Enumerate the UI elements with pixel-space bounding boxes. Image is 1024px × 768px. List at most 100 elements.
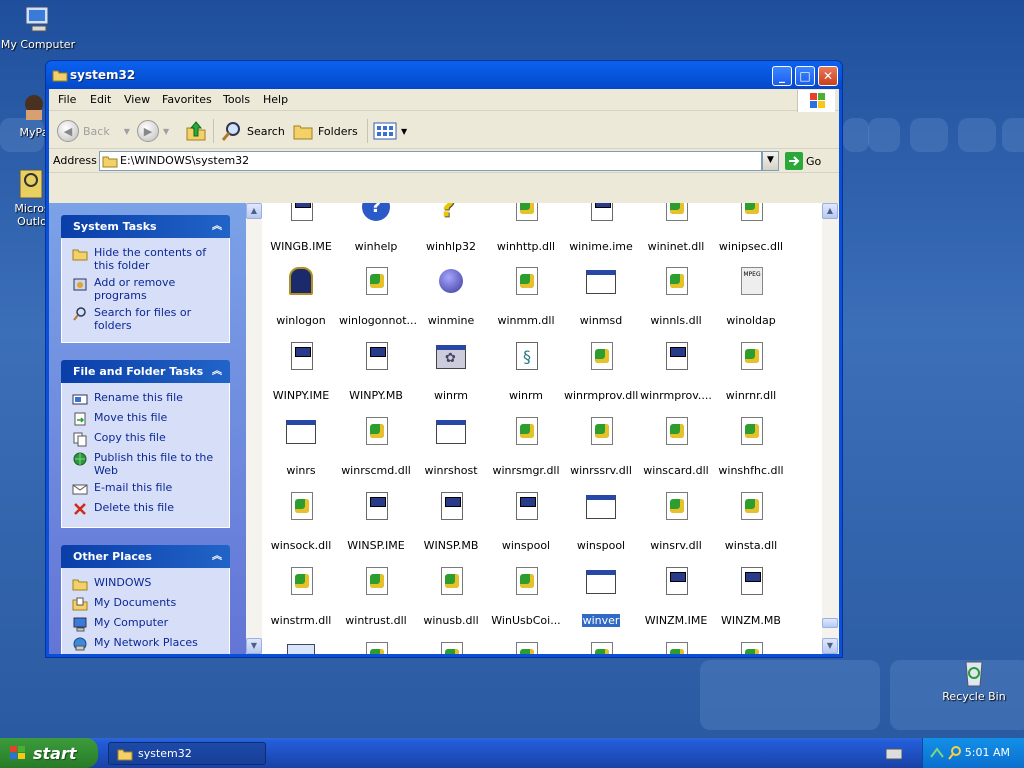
file-item[interactable]: winrs	[263, 415, 339, 477]
file-item[interactable]: winusb.dll	[413, 565, 489, 627]
file-item[interactable]: winnls.dll	[638, 265, 714, 327]
file-item[interactable]: winmm.dll	[488, 265, 564, 327]
file-item[interactable]: WINZM.IME	[638, 565, 714, 627]
collapse-chevron-icon[interactable]: ︽	[212, 545, 222, 568]
file-item[interactable]: WINPY.IME	[263, 340, 339, 402]
forward-button[interactable]: ▶ ▼	[137, 119, 169, 143]
file-item[interactable]: winspool	[488, 490, 564, 552]
menu-favorites[interactable]: Favorites	[162, 93, 212, 106]
title-bar[interactable]: system32 _ □ ✕	[46, 61, 842, 89]
file-item[interactable]: winrmprov....	[638, 340, 714, 402]
file-item[interactable]: wininet.dll	[638, 203, 714, 253]
taskbar-button-system32[interactable]: system32	[108, 742, 266, 765]
file-item[interactable]: winlogonnot...	[338, 265, 417, 327]
address-dropdown-icon[interactable]: ▼	[762, 151, 779, 171]
file-item[interactable]: winver	[563, 565, 639, 627]
task-hide-folder-contents[interactable]: Hide the contents of this folder	[62, 244, 229, 274]
file-item[interactable]: wlnotify.dll	[638, 640, 714, 654]
system-tasks-header[interactable]: System Tasks ︽	[61, 215, 230, 238]
task-search-files[interactable]: Search for files or folders	[62, 304, 229, 334]
scroll-down-icon[interactable]: ▼	[246, 638, 262, 654]
file-item[interactable]: winsrv.dll	[638, 490, 714, 552]
menu-view[interactable]: View	[124, 93, 150, 106]
desktop-icon-my-computer[interactable]: My Computer	[0, 4, 76, 51]
desktop-icon-recycle-bin[interactable]: Recycle Bin	[936, 656, 1012, 703]
file-item[interactable]: winspool	[563, 490, 639, 552]
file-item[interactable]: winsock.dll	[263, 490, 339, 552]
menu-edit[interactable]: Edit	[90, 93, 111, 106]
menu-file[interactable]: File	[58, 93, 76, 106]
place-windows[interactable]: WINDOWS	[62, 574, 229, 594]
file-item[interactable]: WINZM.MB	[713, 565, 789, 627]
file-item[interactable]: ? winhelp	[338, 203, 414, 253]
file-item[interactable]: WinUsbCoi...	[488, 565, 564, 627]
file-item[interactable]: winrm	[413, 340, 489, 402]
file-item[interactable]: wkssvc.dll	[413, 640, 489, 654]
other-places-header[interactable]: Other Places ︽	[61, 545, 230, 568]
menu-tools[interactable]: Tools	[223, 93, 250, 106]
maximize-button[interactable]: □	[795, 66, 815, 86]
left-scrollbar[interactable]: ▲ ▼	[246, 203, 262, 654]
menu-help[interactable]: Help	[263, 93, 288, 106]
keyboard-icon[interactable]	[886, 748, 902, 760]
file-item[interactable]: wksprt	[263, 640, 339, 654]
file-item[interactable]: ? winhlp32	[413, 203, 489, 253]
file-item[interactable]: winrnr.dll	[713, 340, 789, 402]
task-copy-file[interactable]: Copy this file	[62, 429, 229, 449]
file-item[interactable]: winlogon	[263, 265, 339, 327]
address-input[interactable]: E:\WINDOWS\system32	[99, 151, 762, 171]
collapse-chevron-icon[interactable]: ︽	[212, 215, 222, 238]
file-item[interactable]: winrssrv.dll	[563, 415, 639, 477]
place-my-documents[interactable]: My Documents	[62, 594, 229, 614]
place-my-computer[interactable]: My Computer	[62, 614, 229, 634]
file-folder-tasks-header[interactable]: File and Folder Tasks ︽	[61, 360, 230, 383]
views-button[interactable]: ▼	[373, 119, 407, 143]
task-add-remove-programs[interactable]: Add or remove programs	[62, 274, 229, 304]
file-item[interactable]: wkssptsc.dll	[338, 640, 414, 654]
scroll-up-icon[interactable]: ▲	[822, 203, 838, 219]
file-item[interactable]: winstrm.dll	[263, 565, 339, 627]
scroll-down-icon[interactable]: ▼	[822, 638, 838, 654]
close-button[interactable]: ✕	[818, 66, 838, 86]
file-item[interactable]: wlanapi.dll	[488, 640, 564, 654]
forward-dropdown-icon[interactable]: ▼	[163, 127, 169, 136]
search-tray-icon[interactable]	[947, 745, 963, 761]
file-item[interactable]: winmine	[413, 265, 489, 327]
scroll-thumb[interactable]	[822, 618, 838, 628]
file-item[interactable]: wintrust.dll	[338, 565, 414, 627]
go-button[interactable]: Go	[785, 152, 821, 170]
file-item[interactable]: WINSP.IME	[338, 490, 414, 552]
start-button[interactable]: start	[0, 738, 98, 768]
file-item[interactable]: WINPY.MB	[338, 340, 414, 402]
file-item[interactable]: winshfhc.dll	[713, 415, 789, 477]
task-rename-file[interactable]: Rename this file	[62, 389, 229, 409]
file-item[interactable]: MPEG winoldap	[713, 265, 789, 327]
file-item[interactable]: winipsec.dll	[713, 203, 789, 253]
task-publish-web[interactable]: Publish this file to the Web	[62, 449, 229, 479]
file-item[interactable]: winscard.dll	[638, 415, 714, 477]
minimize-button[interactable]: _	[772, 66, 792, 86]
file-item[interactable]: winmsd	[563, 265, 639, 327]
back-dropdown-icon[interactable]: ▼	[124, 127, 130, 136]
place-my-network-places[interactable]: My Network Places	[62, 634, 229, 654]
file-item[interactable]: winrscmd.dll	[338, 415, 414, 477]
file-item[interactable]: winime.ime	[563, 203, 639, 253]
file-item[interactable]: winhttp.dll	[488, 203, 564, 253]
up-folder-button[interactable]	[185, 119, 207, 143]
vertical-scrollbar[interactable]: ▲ ▼	[822, 203, 839, 654]
file-item[interactable]: WINSP.MB	[413, 490, 489, 552]
file-item[interactable]: § winrm	[488, 340, 564, 402]
task-delete-file[interactable]: Delete this file	[62, 499, 229, 519]
folders-button[interactable]: Folders	[292, 119, 358, 143]
file-item[interactable]: winrsmgr.dll	[488, 415, 564, 477]
network-tray-icon[interactable]	[929, 745, 945, 761]
task-email-file[interactable]: E-mail this file	[62, 479, 229, 499]
back-button[interactable]: ◀ Back ▼	[57, 119, 130, 143]
file-item[interactable]: winrmprov.dll	[563, 340, 639, 402]
task-move-file[interactable]: Move this file	[62, 409, 229, 429]
collapse-chevron-icon[interactable]: ︽	[212, 360, 222, 383]
file-item[interactable]: WINGB.IME	[263, 203, 339, 253]
file-item[interactable]: winsta.dll	[713, 490, 789, 552]
file-item[interactable]: wmadmod.dll	[713, 640, 789, 654]
search-button[interactable]: Search	[221, 119, 285, 143]
